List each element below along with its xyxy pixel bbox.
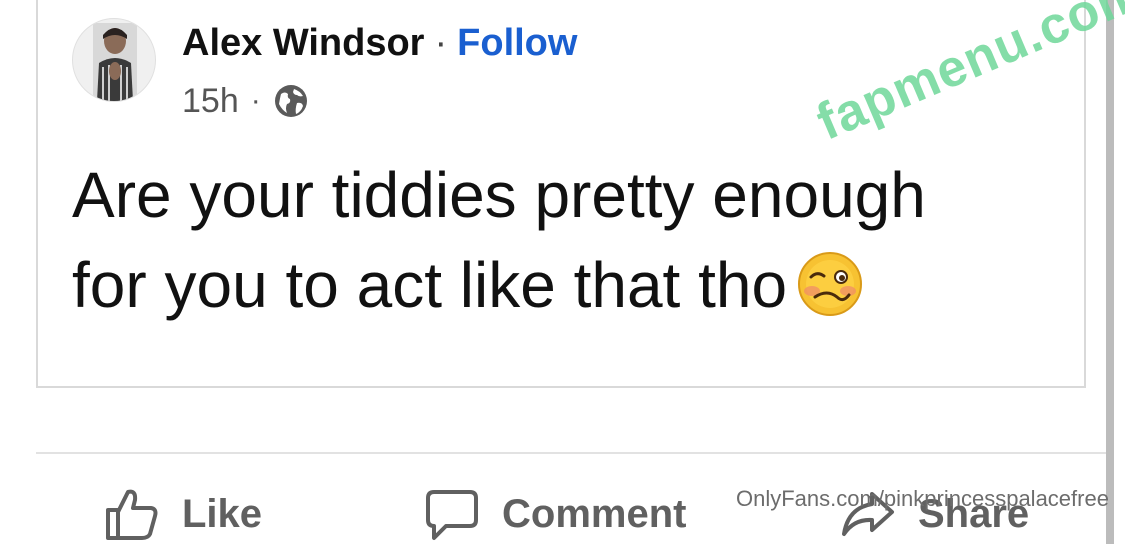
avatar[interactable] [72,18,156,102]
page: Alex Windsor · Follow 15h · Are your tid… [0,0,1125,544]
like-icon [106,489,158,540]
meta-separator: · [250,84,261,117]
comment-icon [426,490,478,540]
like-label: Like [182,491,263,536]
onlyfans-watermark: OnlyFans.com/pinkprincesspalacefree [736,486,1109,511]
header-separator: · [434,21,448,64]
follow-button[interactable]: Follow [457,22,577,65]
post-text-line-1: Are your tiddies pretty enough [72,159,926,231]
post-text-line-2-wrap: for you to act like that tho [72,240,1032,330]
post-meta: 15h · [182,80,309,122]
post-header: Alex Windsor · Follow [182,18,577,68]
comment-button[interactable]: Comment [424,482,686,544]
avatar-photo [93,23,137,101]
woozy-face-emoji-icon [798,252,863,316]
post-time[interactable]: 15h [182,82,239,121]
author-name[interactable]: Alex Windsor [182,22,424,65]
like-button[interactable]: Like [104,482,262,544]
post-text-line-2: for you to act like that tho [72,249,788,321]
comment-label: Comment [502,491,687,536]
actions-divider [36,452,1106,454]
post-text: Are your tiddies pretty enough for you t… [72,150,1032,330]
scrollbar-edge [1106,0,1114,544]
globe-icon [274,85,307,117]
